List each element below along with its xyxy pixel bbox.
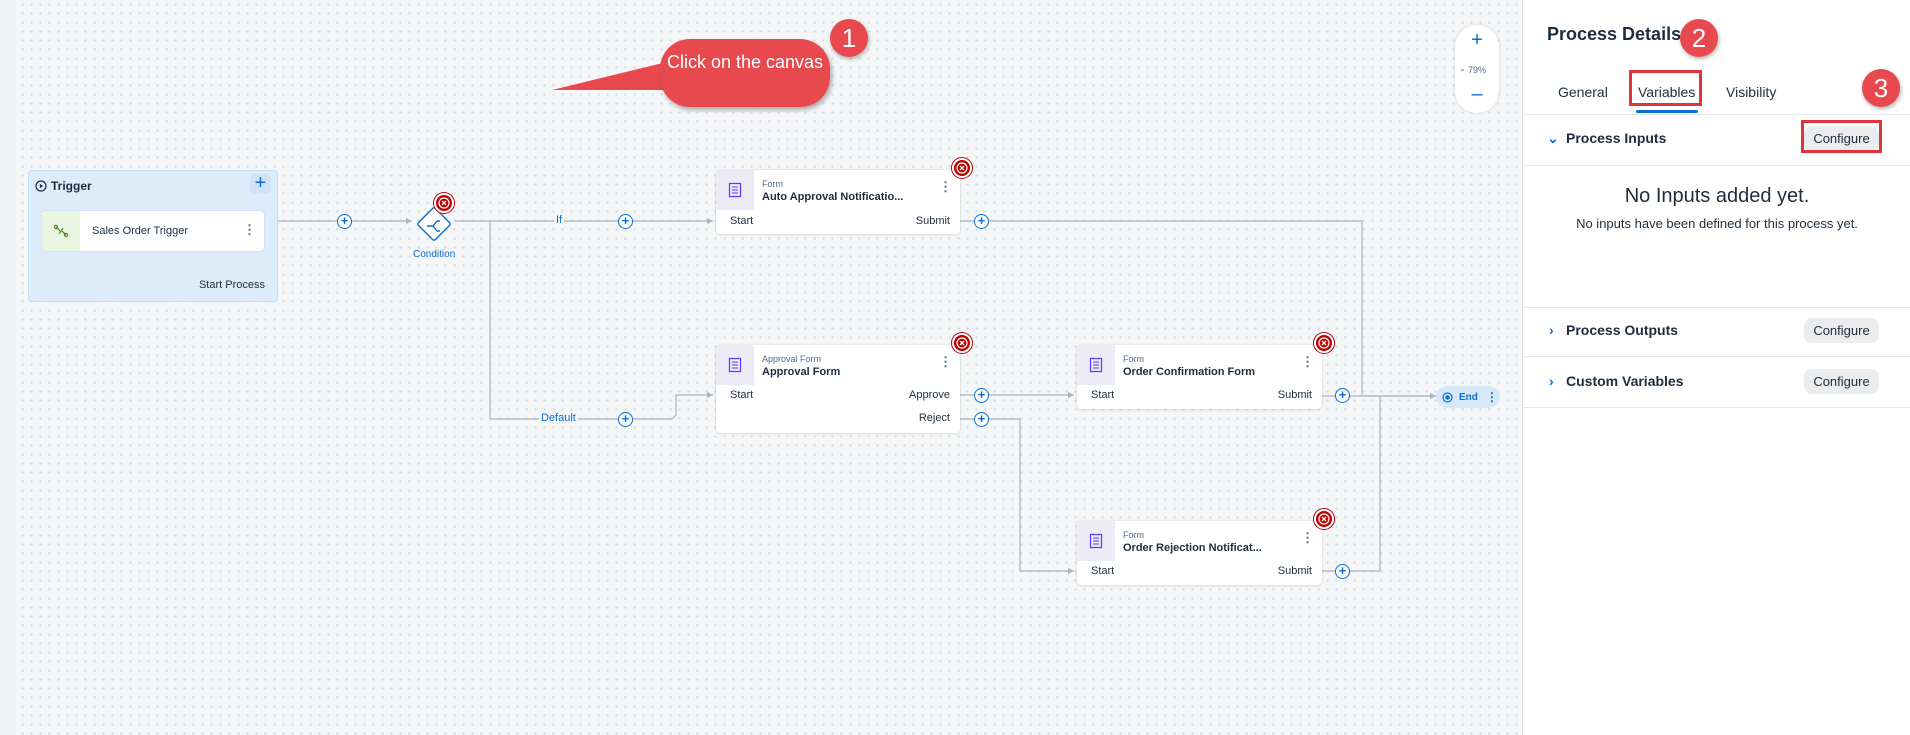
- add-step-button[interactable]: +: [1335, 388, 1350, 403]
- divider: [1523, 165, 1910, 166]
- port-start: Start: [1091, 565, 1115, 577]
- form-icon: [716, 170, 754, 210]
- callout-bubble: Click on the canvas: [660, 39, 830, 107]
- arrow-head: [1068, 392, 1074, 398]
- add-trigger-button[interactable]: +: [250, 173, 271, 194]
- error-icon[interactable]: [1314, 333, 1334, 353]
- node-name: Order Confirmation Form: [1123, 366, 1256, 378]
- error-icon[interactable]: [1314, 509, 1334, 529]
- panel-title: Process Details: [1547, 24, 1682, 44]
- add-step-button[interactable]: +: [618, 412, 633, 427]
- zoom-control: + ⌄ 79% –: [1455, 25, 1499, 113]
- add-step-button[interactable]: +: [974, 388, 989, 403]
- more-options-icon[interactable]: ⋮: [1301, 531, 1314, 544]
- section-title: Process Inputs: [1566, 130, 1667, 146]
- empty-state-title: No Inputs added yet.: [1624, 185, 1810, 207]
- edge-rejection-to-end: [1322, 396, 1381, 572]
- default-branch-label: Default: [539, 412, 578, 424]
- configure-button-highlight: [1801, 120, 1882, 153]
- node-type-label: Form: [1123, 354, 1144, 364]
- edge-reject: [960, 418, 1074, 572]
- more-options-icon[interactable]: ⋮: [939, 355, 952, 368]
- end-label: End: [1459, 391, 1478, 403]
- zoom-out-button[interactable]: –: [1455, 83, 1499, 106]
- end-circle-icon: [1442, 391, 1453, 403]
- start-process-label: Start Process: [198, 279, 265, 291]
- step-badge-1: 1: [830, 19, 868, 57]
- node-type-label: Form: [1123, 530, 1144, 540]
- custom-variables-section[interactable]: › Custom Variables Configure: [1523, 357, 1910, 407]
- callout-pointer: [552, 62, 667, 90]
- edge-default-branch: [489, 221, 713, 420]
- arrow-head: [707, 392, 713, 398]
- step-badge-3: 3: [1862, 69, 1900, 107]
- port-start: Start: [1091, 389, 1115, 401]
- section-title: Custom Variables: [1566, 373, 1684, 389]
- form-icon: [1077, 521, 1115, 561]
- empty-state-description: No inputs have been defined for this pro…: [1576, 216, 1858, 231]
- approval-form-node[interactable]: Approval Form Approval Form ⋮ Start Appr…: [716, 345, 960, 433]
- process-details-panel: Process Details General Variables Visibi…: [1522, 0, 1910, 735]
- arrow-head: [1068, 568, 1074, 574]
- node-name: Order Rejection Notificat...: [1123, 542, 1262, 554]
- active-tab-indicator: [1636, 110, 1698, 113]
- add-step-button[interactable]: +: [974, 214, 989, 229]
- port-start: Start: [730, 389, 754, 401]
- port-submit: Submit: [1277, 565, 1312, 577]
- form-node-auto-approval[interactable]: Form Auto Approval Notificatio... ⋮ Star…: [716, 170, 960, 234]
- if-branch-label: If: [554, 214, 565, 226]
- zoom-level[interactable]: 79%: [1455, 65, 1499, 75]
- configure-outputs-button[interactable]: Configure: [1804, 318, 1879, 343]
- form-icon: [1077, 345, 1115, 385]
- play-circle-icon: [35, 179, 47, 197]
- trigger-title: Trigger: [51, 179, 92, 193]
- port-approve: Approve: [909, 389, 950, 401]
- more-options-icon[interactable]: ⋮: [1301, 355, 1314, 368]
- node-name: Approval Form: [762, 366, 841, 378]
- zoom-in-button[interactable]: +: [1455, 29, 1499, 52]
- form-node-order-confirmation[interactable]: Form Order Confirmation Form ⋮ Start Sub…: [1077, 345, 1322, 409]
- configure-custom-variables-button[interactable]: Configure: [1804, 369, 1879, 394]
- add-step-button[interactable]: +: [618, 214, 633, 229]
- error-icon[interactable]: [952, 158, 972, 178]
- trigger-block[interactable]: Trigger + Sales Order Trigger ⋮ Start Pr…: [28, 170, 278, 302]
- add-step-button[interactable]: +: [974, 412, 989, 427]
- chevron-right-icon[interactable]: ›: [1549, 322, 1554, 338]
- node-type-label: Form: [762, 179, 783, 189]
- form-node-order-rejection[interactable]: Form Order Rejection Notificat... ⋮ Star…: [1077, 521, 1322, 585]
- tab-general[interactable]: General: [1558, 84, 1608, 100]
- process-outputs-section[interactable]: › Process Outputs Configure: [1523, 306, 1910, 356]
- condition-label: Condition: [413, 249, 456, 260]
- trigger-card-label: Sales Order Trigger: [92, 225, 188, 237]
- variables-tab-highlight: [1629, 70, 1702, 106]
- form-icon: [716, 345, 754, 385]
- more-options-icon[interactable]: ⋮: [1486, 390, 1498, 404]
- add-step-button[interactable]: +: [1335, 564, 1350, 579]
- chevron-right-icon[interactable]: ›: [1549, 373, 1554, 389]
- port-start: Start: [730, 215, 754, 227]
- trigger-event-icon: [42, 211, 80, 251]
- tab-visibility[interactable]: Visibility: [1726, 84, 1776, 100]
- port-reject: Reject: [918, 412, 950, 424]
- more-options-icon[interactable]: ⋮: [939, 180, 952, 193]
- process-canvas[interactable]: Trigger + Sales Order Trigger ⋮ Start Pr…: [0, 0, 1522, 735]
- port-submit: Submit: [915, 215, 950, 227]
- error-icon[interactable]: [952, 333, 972, 353]
- step-badge-2: 2: [1680, 19, 1718, 57]
- error-icon[interactable]: [434, 193, 454, 213]
- more-options-icon[interactable]: ⋮: [243, 223, 256, 236]
- section-title: Process Outputs: [1566, 322, 1679, 338]
- arrow-head: [707, 218, 713, 224]
- node-type-label: Approval Form: [762, 354, 822, 364]
- node-name: Auto Approval Notificatio...: [762, 191, 904, 203]
- end-node[interactable]: End ⋮: [1436, 386, 1500, 408]
- chevron-down-icon[interactable]: ⌄: [1547, 130, 1559, 147]
- port-submit: Submit: [1277, 389, 1312, 401]
- add-step-button[interactable]: +: [337, 214, 352, 229]
- divider: [1523, 407, 1910, 408]
- sales-order-trigger-card[interactable]: Sales Order Trigger ⋮: [42, 211, 264, 251]
